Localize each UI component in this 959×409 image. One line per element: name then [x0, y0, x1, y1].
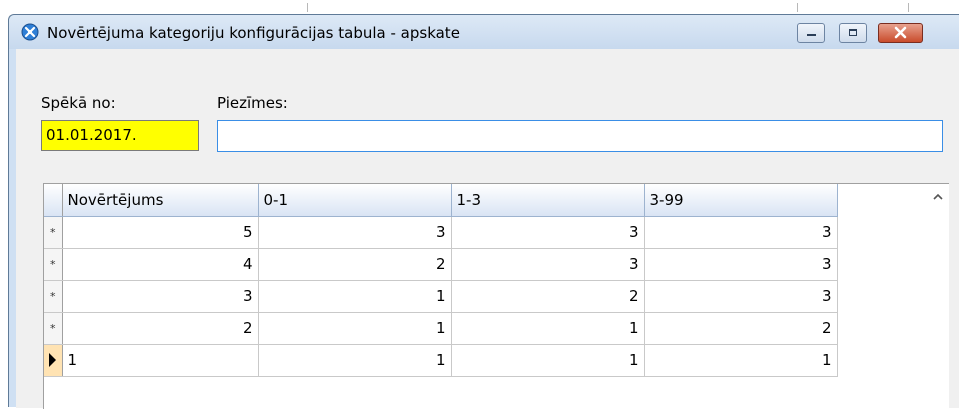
- title-bar[interactable]: Novērtējuma kategoriju konfigurācijas ta…: [9, 15, 959, 49]
- dialog-client-area: Spēkā no: Piezīmes: 01.01.2017. Novērtēj…: [16, 49, 959, 409]
- table-row[interactable]: * 5 3 3 3: [44, 216, 838, 249]
- grid-cell[interactable]: 3: [644, 248, 838, 281]
- minimize-button[interactable]: [797, 23, 825, 43]
- window-title: Novērtējuma kategoriju konfigurācijas ta…: [47, 24, 460, 42]
- column-header[interactable]: Novērtējums: [62, 184, 259, 217]
- table-row[interactable]: * 3 1 2 3: [44, 280, 838, 313]
- current-row-arrow-icon: [49, 353, 57, 367]
- grid-cell[interactable]: 1: [258, 280, 452, 313]
- maximize-button[interactable]: [839, 23, 867, 43]
- grid-cell[interactable]: 2: [451, 280, 645, 313]
- valid-from-field[interactable]: 01.01.2017.: [41, 120, 199, 151]
- app-icon: [21, 23, 39, 41]
- row-marker[interactable]: *: [44, 216, 63, 249]
- grid-cell[interactable]: 1: [62, 344, 259, 377]
- grid-cell[interactable]: 1: [258, 344, 452, 377]
- data-grid[interactable]: Novērtējums 0-1 1-3 3-99 * 5 3 3 3 * 4 2…: [43, 183, 949, 409]
- grid-cell[interactable]: 1: [451, 312, 645, 345]
- grid-header-row: Novērtējums 0-1 1-3 3-99: [44, 184, 838, 217]
- column-header[interactable]: 0-1: [258, 184, 452, 217]
- divider: [797, 3, 798, 12]
- notes-label: Piezīmes:: [217, 94, 288, 112]
- scroll-up-icon[interactable]: [931, 190, 945, 204]
- notes-field[interactable]: [217, 120, 943, 152]
- column-header[interactable]: 3-99: [644, 184, 838, 217]
- table-row[interactable]: * 4 2 3 3: [44, 248, 838, 281]
- grid-table: Novērtējums 0-1 1-3 3-99 * 5 3 3 3 * 4 2…: [44, 184, 838, 377]
- close-button[interactable]: [878, 23, 923, 43]
- grid-corner-cell: [44, 184, 63, 217]
- background-window-strip: [0, 0, 959, 14]
- column-header[interactable]: 1-3: [451, 184, 645, 217]
- maximize-icon: [849, 29, 857, 36]
- grid-cell[interactable]: 1: [451, 344, 645, 377]
- minimize-icon: [807, 34, 816, 36]
- valid-from-label: Spēkā no:: [41, 94, 116, 112]
- table-row[interactable]: * 2 1 1 2: [44, 312, 838, 345]
- grid-cell[interactable]: 4: [62, 248, 259, 281]
- dialog-window: Novērtējuma kategoriju konfigurācijas ta…: [8, 14, 959, 409]
- row-marker[interactable]: [44, 344, 63, 377]
- grid-cell[interactable]: 3: [451, 248, 645, 281]
- divider: [908, 3, 909, 12]
- grid-cell[interactable]: 3: [62, 280, 259, 313]
- grid-cell[interactable]: 2: [644, 312, 838, 345]
- grid-cell[interactable]: 3: [451, 216, 645, 249]
- row-marker[interactable]: *: [44, 248, 63, 281]
- divider: [307, 3, 308, 12]
- grid-cell[interactable]: 1: [644, 344, 838, 377]
- grid-cell[interactable]: 2: [258, 248, 452, 281]
- row-marker[interactable]: *: [44, 312, 63, 345]
- table-row-current[interactable]: 1 1 1 1: [44, 344, 838, 377]
- grid-cell[interactable]: 3: [258, 216, 452, 249]
- close-icon: [894, 26, 907, 39]
- grid-cell[interactable]: 1: [258, 312, 452, 345]
- row-marker[interactable]: *: [44, 280, 63, 313]
- grid-cell[interactable]: 2: [62, 312, 259, 345]
- grid-cell[interactable]: 3: [644, 280, 838, 313]
- grid-cell[interactable]: 5: [62, 216, 259, 249]
- grid-cell[interactable]: 3: [644, 216, 838, 249]
